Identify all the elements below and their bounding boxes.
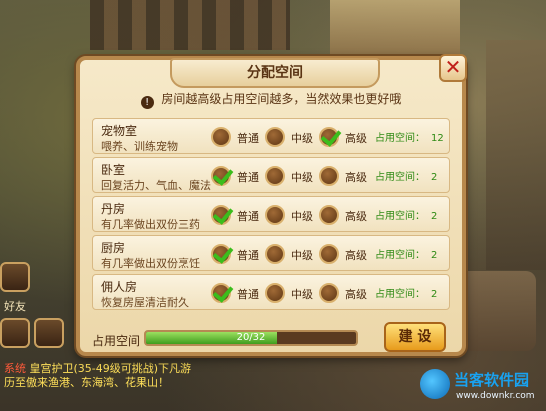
- room-name: 厨房: [101, 241, 126, 255]
- occupancy-label: 占用空间：: [375, 211, 425, 222]
- level-radio[interactable]: [319, 283, 339, 303]
- watermark: 当客软件园 www.downkr.com: [420, 367, 540, 407]
- occupancy-value: 2: [431, 289, 438, 300]
- dialog-title: 分配空间: [170, 58, 380, 88]
- occupancy-label: 占用空间：: [375, 133, 425, 144]
- watermark-url: www.downkr.com: [456, 391, 535, 401]
- space-progress-text: 20/32: [236, 332, 266, 343]
- watermark-logo-icon: [420, 369, 450, 399]
- room-description: 回复活力、气血、魔法: [101, 179, 211, 192]
- level-label: 高级: [345, 132, 367, 145]
- level-label: 高级: [345, 171, 367, 184]
- friend-label[interactable]: 好友: [4, 298, 26, 314]
- occupancy-value: 12: [431, 133, 444, 144]
- room-row: 佣人房恢复房屋清洁耐久 普通 中级 高级 占用空间： 2: [92, 274, 450, 310]
- level-radio[interactable]: [211, 205, 231, 225]
- room-name: 丹房: [101, 202, 126, 216]
- level-label: 高级: [345, 210, 367, 223]
- hint-text: 房间越高级占用空间越多，当然效果也更好哦: [161, 92, 402, 106]
- level-radio[interactable]: [319, 205, 339, 225]
- level-radio[interactable]: [319, 244, 339, 264]
- level-label: 普通: [237, 210, 259, 223]
- level-radio[interactable]: [211, 244, 231, 264]
- info-icon: !: [140, 96, 154, 109]
- level-label: 高级: [345, 288, 367, 301]
- room-list: 宠物室 喂养、训练宠物 普通 中级 高级 占用空间： 12 卧室 回复活力、气血、魔法 普通 中级高…: [92, 118, 450, 313]
- room-row: 卧室回复活力、气血、魔法 普通 中级 高级 占用空间： 2: [92, 157, 450, 193]
- room-occupancy: 占用空间： 2: [375, 285, 437, 300]
- level-radio[interactable]: [265, 127, 285, 147]
- level-label: 中级: [291, 249, 313, 262]
- level-radio[interactable]: [265, 283, 285, 303]
- level-radio[interactable]: [319, 166, 339, 186]
- mail-icon[interactable]: [0, 262, 30, 292]
- room-description: 喂养、训练宠物: [101, 140, 178, 153]
- level-label: 中级: [291, 171, 313, 184]
- level-radio[interactable]: [211, 166, 231, 186]
- occupancy-label: 占用空间：: [375, 172, 425, 183]
- background-house: [330, 0, 460, 60]
- close-icon[interactable]: ✕: [439, 54, 467, 82]
- level-label: 普通: [237, 171, 259, 184]
- room-row: 厨房有几率做出双份烹饪 普通 中级 高级 占用空间： 2: [92, 235, 450, 271]
- level-radio[interactable]: [265, 244, 285, 264]
- level-radio[interactable]: [265, 205, 285, 225]
- level-label: 中级: [291, 210, 313, 223]
- occupancy-value: 2: [431, 250, 438, 261]
- level-label: 中级: [291, 132, 313, 145]
- room-name: 卧室: [101, 163, 126, 177]
- room-row: 宠物室喂养、训练宠物 普通 中级 高级 占用空间： 12: [92, 118, 450, 154]
- level-radio[interactable]: [265, 166, 285, 186]
- watermark-brand: 当客软件园: [454, 371, 530, 389]
- room-occupancy: 占用空间： 2: [375, 168, 437, 183]
- level-label: 普通: [237, 249, 259, 262]
- room-description: 有几率做出双份三药: [101, 218, 200, 231]
- background-roof: [90, 0, 290, 50]
- occupancy-label: 占用空间：: [375, 250, 425, 261]
- space-progress-bar: 20/32: [144, 330, 358, 346]
- room-occupancy: 占用空间： 2: [375, 207, 437, 222]
- chat-toggle-icon[interactable]: [0, 318, 30, 348]
- room-name: 宠物室: [101, 124, 138, 138]
- room-description: 有几率做出双份烹饪: [101, 257, 200, 270]
- space-label: 占用空间: [92, 334, 141, 348]
- level-radio[interactable]: [211, 283, 231, 303]
- room-name: 佣人房: [101, 280, 138, 294]
- level-label: 普通: [237, 288, 259, 301]
- chat-line-2: 历至傲来渔港、东海湾、花果山！: [4, 376, 169, 389]
- room-occupancy: 占用空间： 12: [375, 129, 444, 144]
- allocate-space-dialog: 分配空间 ✕ ! 房间越高级占用空间越多，当然效果也更好哦 宠物室喂养、训练宠物…: [76, 54, 467, 356]
- room-occupancy: 占用空间： 2: [375, 246, 437, 261]
- occupancy-value: 2: [431, 211, 438, 222]
- dialog-hint: ! 房间越高级占用空间越多，当然效果也更好哦: [80, 90, 462, 109]
- room-row: 丹房有几率做出双份三药 普通 中级 高级 占用空间： 2: [92, 196, 450, 232]
- build-button[interactable]: 建 设: [384, 322, 446, 352]
- level-label: 中级: [291, 288, 313, 301]
- level-radio[interactable]: [211, 127, 231, 147]
- voice-icon[interactable]: [34, 318, 64, 348]
- background-building: [486, 40, 546, 270]
- occupancy-value: 2: [431, 172, 438, 183]
- room-description: 恢复房屋清洁耐久: [101, 296, 189, 309]
- level-label: 高级: [345, 249, 367, 262]
- occupancy-label: 占用空间：: [375, 289, 425, 300]
- level-label: 普通: [237, 132, 259, 145]
- level-radio[interactable]: [319, 127, 339, 147]
